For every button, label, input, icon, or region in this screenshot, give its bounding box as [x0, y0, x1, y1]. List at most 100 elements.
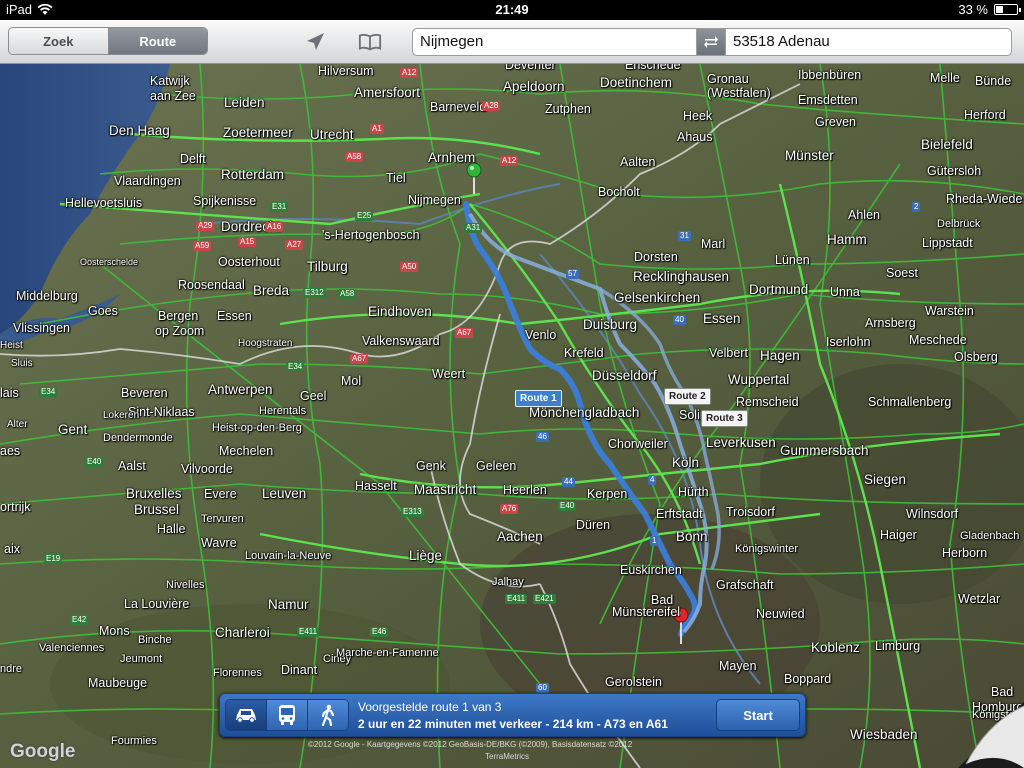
city-label: Schmallenberg: [868, 395, 952, 409]
city-label: Goes: [88, 304, 118, 318]
city-label: Ahaus: [677, 130, 713, 144]
route-details-text: 2 uur en 22 minuten met verkeer - 214 km…: [358, 717, 668, 731]
highway-shield: E46: [370, 627, 389, 637]
city-label: Dinant: [281, 663, 318, 677]
city-label: Weert: [432, 367, 466, 381]
city-label: Aalten: [620, 155, 656, 169]
city-label: Maastricht: [414, 482, 477, 497]
city-label: Breda: [253, 283, 290, 298]
city-label: Bonn: [676, 529, 708, 544]
city-label: Lippstadt: [922, 236, 973, 250]
transit-mode-button[interactable]: [267, 700, 308, 730]
city-label: Herford: [964, 108, 1006, 122]
city-label: Den Haag: [109, 123, 170, 138]
highway-shield: 4: [648, 475, 657, 485]
walk-icon: [321, 704, 335, 726]
map-copyright-line2: TerraMetrics: [485, 752, 530, 761]
city-label: Utrecht: [310, 127, 354, 142]
city-label: Nijmegen: [408, 193, 461, 207]
city-label: Binche: [138, 634, 172, 646]
transport-mode-selector: [225, 699, 349, 731]
highway-shield: E411: [297, 627, 320, 637]
location-arrow-icon[interactable]: [303, 30, 327, 54]
car-mode-button[interactable]: [226, 700, 267, 730]
page-curl-icon[interactable]: [958, 702, 1024, 768]
city-label: Leverkusen: [706, 435, 776, 450]
swap-button[interactable]: [697, 28, 725, 56]
city-label: Apeldoorn: [503, 79, 565, 94]
water-label: Oosterschelde: [80, 257, 139, 267]
highway-shield: E34: [39, 387, 58, 397]
city-label: Iserlohn: [826, 335, 871, 349]
car-icon: [236, 709, 256, 723]
city-label: Spijkenisse: [193, 194, 257, 208]
map-view[interactable]: Katwijk aan Zee Leiden Den Haag Zoeterme…: [0, 64, 1024, 768]
city-label: Amersfoort: [354, 85, 421, 100]
city-label: Bad: [991, 685, 1014, 699]
city-label: Münster: [785, 148, 834, 163]
city-label: Fourmies: [111, 735, 157, 747]
bookmarks-icon[interactable]: [358, 30, 382, 54]
start-location-field[interactable]: Nijmegen: [412, 28, 697, 56]
city-label: Florennes: [213, 667, 262, 679]
city-label: Dendermonde: [103, 432, 173, 444]
highway-shield: E40: [85, 457, 104, 467]
city-label: Barneveld: [430, 100, 487, 114]
city-label: Jalhay: [492, 576, 524, 588]
search-tab[interactable]: Zoek: [9, 28, 109, 54]
route-2-callout[interactable]: Route 2: [664, 388, 711, 405]
destination-field[interactable]: 53518 Adenau: [725, 28, 1012, 56]
google-logo: Google: [10, 741, 76, 762]
city-label: Hasselt: [355, 479, 397, 493]
city-label: Vlaardingen: [114, 174, 181, 188]
city-label: Namur: [268, 597, 309, 612]
route-1-callout[interactable]: Route 1: [515, 390, 562, 407]
city-label: Arnsberg: [865, 316, 916, 330]
city-label: Katwijk: [150, 74, 190, 88]
city-label: Louvain-la-Neuve: [245, 550, 332, 562]
route-tab[interactable]: Route: [108, 28, 207, 54]
city-label: Ibbenbüren: [798, 68, 862, 82]
highway-shield: 31: [678, 231, 691, 241]
highway-shield: A31: [464, 223, 483, 233]
highway-shield: 2: [912, 202, 921, 212]
highway-shield: A67: [455, 328, 474, 338]
walking-mode-button[interactable]: [308, 700, 348, 730]
city-label: Herborn: [942, 546, 988, 560]
highway-shield: A28: [482, 101, 501, 111]
city-label: Mechelen: [219, 444, 274, 458]
city-label: Euskirchen: [620, 563, 682, 577]
city-label: Hoogstraten: [238, 338, 293, 349]
city-label: Wavre: [201, 536, 237, 550]
city-label: Delbrück: [937, 218, 981, 230]
highway-shield: A15: [238, 237, 257, 247]
start-button[interactable]: Start: [716, 699, 800, 731]
city-label: Remscheid: [736, 395, 799, 409]
highway-shield: 40: [673, 315, 686, 325]
highway-shield: 46: [536, 432, 549, 442]
city-label: Enschede: [625, 64, 681, 72]
city-label: Erftstadt: [656, 507, 703, 521]
highway-shield: A27: [285, 240, 304, 250]
city-label: Arnhem: [428, 150, 476, 165]
city-label: Lokeren: [103, 410, 140, 421]
city-label: Mons: [99, 624, 130, 638]
city-label: Delft: [180, 152, 206, 166]
highway-shield: E19: [44, 554, 63, 564]
city-label: Gelsenkirchen: [614, 290, 701, 305]
highway-shield: A1: [370, 124, 384, 134]
highway-shield: A12: [400, 68, 419, 78]
city-label: Heek: [683, 109, 713, 123]
city-label: Wetzlar: [958, 592, 1001, 606]
city-label: lais: [0, 386, 19, 400]
city-label: Heist: [0, 340, 23, 351]
city-label: Neuwied: [756, 607, 805, 621]
route-summary-bar: Voorgestelde route 1 van 3 2 uur en 22 m…: [219, 693, 806, 737]
city-label: Hürth: [678, 485, 709, 499]
city-label: op Zoom: [155, 324, 205, 338]
route-3-callout[interactable]: Route 3: [701, 410, 748, 427]
highway-shield: E25: [355, 211, 374, 221]
highway-shield: A76: [500, 504, 519, 514]
city-label: Vilvoorde: [181, 462, 233, 476]
city-label: Charleroi: [215, 625, 270, 640]
